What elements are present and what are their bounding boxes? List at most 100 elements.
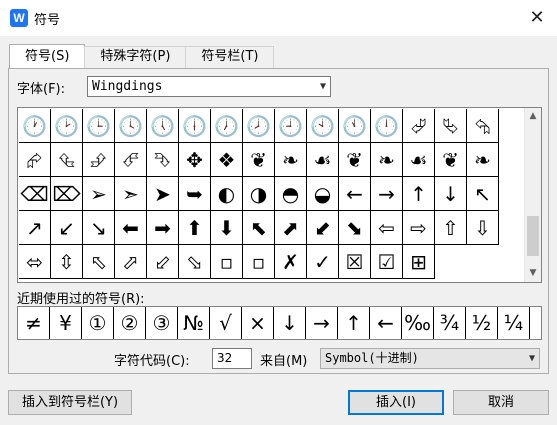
symbol-cell[interactable]: 🕒 xyxy=(83,109,115,143)
symbol-cell[interactable]: ⌦ xyxy=(51,177,83,211)
symbol-cell[interactable]: ⮰ xyxy=(403,109,435,143)
symbol-cell[interactable]: ⮴ xyxy=(51,143,83,177)
symbol-cell[interactable]: ⮶ xyxy=(115,143,147,177)
symbol-cell[interactable]: ↑ xyxy=(403,177,435,211)
symbol-cell[interactable]: ⮵ xyxy=(83,143,115,177)
symbol-cell[interactable]: ⬃ xyxy=(147,245,179,279)
close-button[interactable]: ✕ xyxy=(525,6,549,30)
symbol-cell[interactable]: ◑ xyxy=(243,177,275,211)
symbol-cell[interactable]: ⬁ xyxy=(83,245,115,279)
symbol-cell[interactable]: ➥ xyxy=(179,177,211,211)
symbol-cell[interactable]: ⌫ xyxy=(19,177,51,211)
symbol-cell[interactable]: ↙ xyxy=(51,211,83,245)
symbol-cell[interactable]: ⬉ xyxy=(243,211,275,245)
symbol-cell[interactable]: ☒ xyxy=(339,245,371,279)
recent-symbol-cell[interactable]: ↑ xyxy=(338,307,370,339)
vertical-scrollbar[interactable]: ▲ ▼ xyxy=(524,108,541,282)
recent-symbol-cell[interactable]: → xyxy=(306,307,338,339)
symbol-cell[interactable]: ➣ xyxy=(115,177,147,211)
char-code-input[interactable]: 32 xyxy=(212,348,252,369)
symbol-cell[interactable]: ⬇ xyxy=(211,211,243,245)
recent-symbol-cell[interactable]: ① xyxy=(82,307,114,339)
recent-symbol-cell[interactable]: ≠ xyxy=(18,307,50,339)
tab-special-characters[interactable]: 特殊字符(P) xyxy=(84,46,187,68)
symbol-cell[interactable]: ☙ xyxy=(307,143,339,177)
symbol-cell[interactable]: ⊞ xyxy=(403,245,435,279)
symbol-cell[interactable]: ↗ xyxy=(19,211,51,245)
symbol-cell[interactable]: ⬅ xyxy=(115,211,147,245)
cancel-button[interactable]: 取消 xyxy=(453,390,549,415)
recent-symbol-cell[interactable]: ② xyxy=(114,307,146,339)
symbol-cell[interactable]: ⬂ xyxy=(179,245,211,279)
recent-symbol-cell[interactable]: ¥ xyxy=(50,307,82,339)
symbol-cell[interactable]: ➢ xyxy=(83,177,115,211)
recent-symbol-cell[interactable]: ③ xyxy=(146,307,178,339)
recent-symbol-cell[interactable]: ¼ xyxy=(498,307,530,339)
recent-symbol-cell[interactable]: √ xyxy=(210,307,242,339)
scroll-up-icon[interactable]: ▲ xyxy=(525,108,541,125)
symbol-cell[interactable]: ✓ xyxy=(307,245,339,279)
symbol-cell[interactable]: ⬀ xyxy=(115,245,147,279)
symbol-cell[interactable]: ⬊ xyxy=(339,211,371,245)
symbol-cell[interactable]: ⬈ xyxy=(275,211,307,245)
symbol-cell[interactable]: ⇦ xyxy=(371,211,403,245)
recent-symbol-cell[interactable]: № xyxy=(178,307,210,339)
symbol-cell[interactable]: ❧ xyxy=(371,143,403,177)
symbol-cell[interactable]: ☙ xyxy=(403,143,435,177)
recent-symbol-cell[interactable]: ↓ xyxy=(274,307,306,339)
symbol-cell[interactable]: ⮱ xyxy=(435,109,467,143)
symbol-cell[interactable]: 🕓 xyxy=(115,109,147,143)
from-select[interactable]: Symbol(十进制) ▼ xyxy=(320,348,540,369)
symbol-cell[interactable]: 🕐 xyxy=(19,109,51,143)
symbol-cell[interactable]: ⮷ xyxy=(147,143,179,177)
symbol-cell[interactable]: 🕖 xyxy=(211,109,243,143)
symbol-cell[interactable]: 🕘 xyxy=(275,109,307,143)
symbol-cell[interactable]: ⬋ xyxy=(307,211,339,245)
insert-to-symbol-bar-button[interactable]: 插入到符号栏(Y) xyxy=(8,390,132,415)
recent-symbol-cell[interactable]: ‰ xyxy=(402,307,434,339)
recent-symbol-cell[interactable]: × xyxy=(242,307,274,339)
symbol-cell[interactable]: ➡ xyxy=(147,211,179,245)
symbol-cell[interactable]: ❧ xyxy=(467,143,499,177)
symbol-cell[interactable]: ☑ xyxy=(371,245,403,279)
symbol-cell[interactable]: ⇩ xyxy=(467,211,499,245)
symbol-cell[interactable]: ❦ xyxy=(339,143,371,177)
symbol-cell[interactable]: ↘ xyxy=(83,211,115,245)
recent-symbol-cell[interactable]: ¾ xyxy=(434,307,466,339)
symbol-cell[interactable]: ↓ xyxy=(435,177,467,211)
tab-symbols[interactable]: 符号(S) xyxy=(9,44,86,68)
symbol-cell[interactable]: ◐ xyxy=(211,177,243,211)
symbol-cell[interactable]: ▫ xyxy=(211,245,243,279)
symbol-cell[interactable]: ⇨ xyxy=(403,211,435,245)
symbol-cell[interactable]: ❖ xyxy=(211,143,243,177)
symbol-cell[interactable]: ✥ xyxy=(179,143,211,177)
scroll-down-icon[interactable]: ▼ xyxy=(525,265,541,282)
symbol-cell[interactable]: 🕛 xyxy=(371,109,403,143)
recent-symbol-cell[interactable]: ½ xyxy=(466,307,498,339)
symbol-cell[interactable]: ➤ xyxy=(147,177,179,211)
symbol-cell[interactable]: 🕑 xyxy=(51,109,83,143)
recent-symbol-cell[interactable]: ← xyxy=(370,307,402,339)
symbol-cell[interactable]: → xyxy=(371,177,403,211)
symbol-cell[interactable]: 🕚 xyxy=(339,109,371,143)
symbol-cell[interactable]: ◒ xyxy=(307,177,339,211)
symbol-cell[interactable]: 🕕 xyxy=(179,109,211,143)
scroll-thumb[interactable] xyxy=(527,216,539,256)
insert-button[interactable]: 插入(I) xyxy=(348,390,444,415)
symbol-cell[interactable]: ❧ xyxy=(275,143,307,177)
symbol-cell[interactable]: ⇧ xyxy=(435,211,467,245)
symbol-cell[interactable]: 🕗 xyxy=(243,109,275,143)
symbol-cell[interactable]: ❦ xyxy=(243,143,275,177)
symbol-cell[interactable]: ⮲ xyxy=(467,109,499,143)
symbol-cell[interactable]: ⮳ xyxy=(19,143,51,177)
symbol-cell[interactable]: ⬆ xyxy=(179,211,211,245)
tab-symbol-bar[interactable]: 符号栏(T) xyxy=(185,46,275,68)
symbol-cell[interactable]: 🕔 xyxy=(147,109,179,143)
symbol-cell[interactable]: ⇳ xyxy=(51,245,83,279)
symbol-cell[interactable]: ✗ xyxy=(275,245,307,279)
symbol-cell[interactable]: ⬄ xyxy=(19,245,51,279)
symbol-cell[interactable]: ▫ xyxy=(243,245,275,279)
symbol-cell[interactable]: 🕙 xyxy=(307,109,339,143)
symbol-cell[interactable]: ↖ xyxy=(467,177,499,211)
symbol-cell[interactable]: ❦ xyxy=(435,143,467,177)
